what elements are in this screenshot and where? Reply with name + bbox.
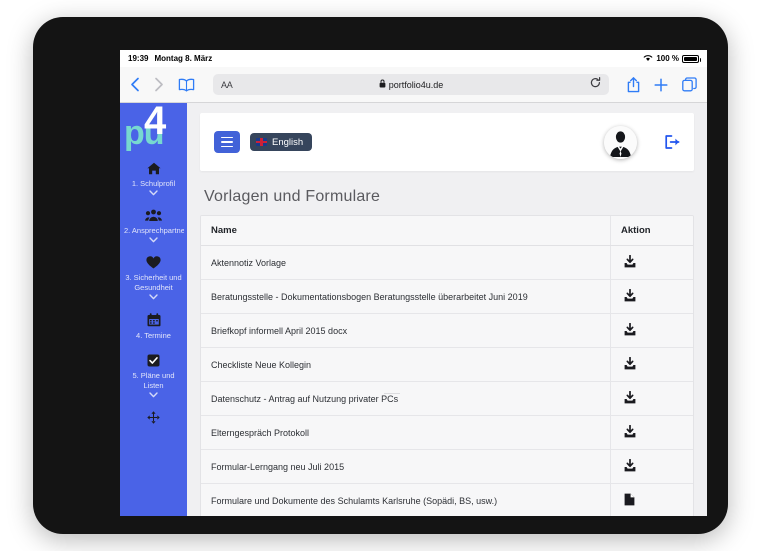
cell-document-name: Datenschutz - Antrag auf Nutzung private… [201,381,611,416]
lock-icon [379,79,386,90]
documents-table: Name Aktion Aktennotiz Vorlage Beratungs… [201,216,693,516]
table-row[interactable]: Formulare und Dokumente des Schulamts Ka… [201,483,693,516]
chevron-down-icon [123,392,184,398]
url-display: portfolio4u.de [213,79,609,90]
logout-icon[interactable] [665,135,680,149]
cell-action [610,245,693,280]
cell-document-name: Elterngespräch Protokoll [201,415,611,450]
column-header-aktion[interactable]: Aktion [610,216,693,246]
tablet-device-frame: 19:39 Montag 8. März 100 % AA portfolio4… [33,17,728,534]
chevron-down-icon [123,237,184,243]
table-row[interactable]: Datenschutz - Antrag auf Nutzung private… [201,381,693,416]
chevron-left-icon[interactable] [130,77,140,92]
reload-icon[interactable] [590,76,601,94]
checkbox-icon [123,354,184,367]
main-content: English Vorlagen und Formulare Name Akti… [187,103,707,516]
cell-document-name: Checkliste Neue Kollegin [201,347,611,382]
sidebar-item-schulprofil[interactable]: 1. Schulprofil [120,155,187,202]
app-bar-actions [604,125,680,159]
arrows-move-icon [123,411,184,424]
cell-document-name: Aktennotiz Vorlage [201,245,611,280]
sidebar-item-label: 4. Termine [136,331,171,340]
cell-action [610,449,693,484]
language-selector-button[interactable]: English [250,133,313,151]
cell-action [610,313,693,348]
cell-document-name: Beratungsstelle - Dokumentationsbogen Be… [201,279,611,314]
cell-action [610,347,693,382]
sidebar-item-label: 3. Sicherheit und Gesundheit [125,273,182,292]
table-row[interactable]: Checkliste Neue Kollegin [201,347,693,382]
url-text: portfolio4u.de [388,79,444,90]
status-date: Montag 8. März [154,54,213,63]
download-icon[interactable] [624,323,636,336]
column-header-name[interactable]: Name [201,216,611,246]
calendar-icon [123,313,184,327]
cell-action [610,483,693,516]
sidebar-item-sicherheit-gesundheit[interactable]: 3. Sicherheit und Gesundheit [120,249,187,306]
brand-logo[interactable]: pu 4 [120,103,187,155]
home-icon [123,162,184,175]
download-icon[interactable] [624,357,636,370]
heart-icon [123,256,184,269]
table-header-row: Name Aktion [201,216,693,246]
table-row[interactable]: Beratungsstelle - Dokumentationsbogen Be… [201,279,693,314]
documents-table-card: Name Aktion Aktennotiz Vorlage Beratungs… [200,215,694,516]
cell-action [610,279,693,314]
sidebar-item-ansprechpartner[interactable]: 2. Ansprechpartner/Inn [120,202,187,249]
status-time: 19:39 [128,54,149,63]
web-page: pu 4 1. Schulprofil 2. Ansprechpartne 3.… [120,103,707,516]
chevron-down-icon [123,190,184,196]
sidebar-item-label: 1. Schulprofil [131,179,176,188]
status-bar-left: 19:39 Montag 8. März [128,54,212,63]
table-row[interactable]: Elterngespräch Protokoll [201,415,693,450]
url-address-bar[interactable]: AA portfolio4u.de [213,74,609,95]
download-icon[interactable] [624,425,636,438]
sidebar-item-label: 2. Ansprechpartner/Inn [124,226,184,235]
wifi-icon [643,54,653,64]
table-row[interactable]: Aktennotiz Vorlage [201,245,693,280]
tabs-icon[interactable] [682,77,697,92]
table-row[interactable]: Briefkopf informell April 2015 docx [201,313,693,348]
brand-logo-primary: 4 [144,103,166,143]
users-icon [123,209,184,222]
battery-icon [682,54,701,63]
status-bar-right: 100 % [643,54,701,64]
sidebar-item-termine[interactable]: 4. Termine [120,306,187,347]
text-size-button[interactable]: AA [221,80,233,90]
plus-icon[interactable] [654,77,668,92]
sidebar-item-plaene-listen[interactable]: 5. Pläne und Listen [120,347,187,404]
tablet-screen: 19:39 Montag 8. März 100 % AA portfolio4… [120,50,707,516]
safari-toolbar: AA portfolio4u.de [120,67,707,103]
menu-toggle-button[interactable] [214,131,240,153]
sidebar-item-label: 5. Pläne und Listen [132,371,175,390]
file-icon[interactable] [624,493,635,506]
download-icon[interactable] [624,255,636,268]
share-icon[interactable] [627,76,640,93]
table-body: Aktennotiz Vorlage Beratungsstelle - Dok… [201,245,693,516]
cell-document-name: Formulare und Dokumente des Schulamts Ka… [201,483,611,516]
user-avatar[interactable] [604,125,637,159]
download-icon[interactable] [624,459,636,472]
cell-action [610,415,693,450]
book-icon[interactable] [178,78,195,92]
download-icon[interactable] [624,289,636,302]
download-icon[interactable] [624,391,636,404]
ios-status-bar: 19:39 Montag 8. März 100 % [120,50,707,67]
uk-flag-icon [256,138,267,146]
battery-percent: 100 % [656,54,679,63]
language-label: English [272,136,304,148]
sidebar-navigation: pu 4 1. Schulprofil 2. Ansprechpartne 3.… [120,103,187,516]
cell-document-name: Briefkopf informell April 2015 docx [201,313,611,348]
table-row[interactable]: Formular-Lerngang neu Juli 2015 [201,449,693,484]
page-title: Vorlagen und Formulare [204,188,381,205]
cell-document-name: Formular-Lerngang neu Juli 2015 [201,449,611,484]
chevron-down-icon [123,294,184,300]
chevron-right-icon[interactable] [154,77,164,92]
sidebar-item-move[interactable] [120,404,187,434]
app-top-bar: English [200,113,694,171]
cell-action [610,381,693,416]
